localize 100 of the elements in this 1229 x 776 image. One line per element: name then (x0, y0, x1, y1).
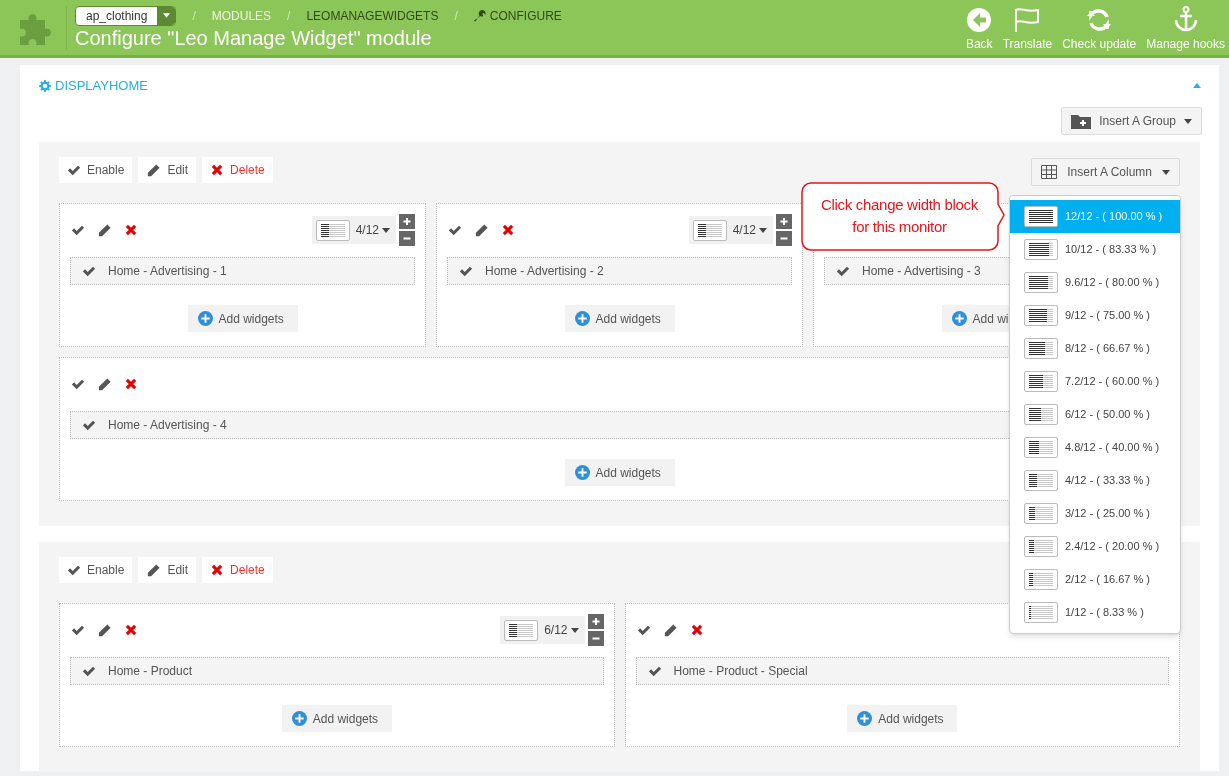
caret-icon (570, 627, 579, 633)
width-icon (1024, 206, 1058, 227)
width-icon (1024, 272, 1058, 293)
width-option[interactable]: 6/12 - ( 50.00 % ) (1010, 398, 1180, 431)
width-option[interactable]: 4/12 - ( 33.33 % ) (1010, 464, 1180, 497)
increase-button[interactable] (587, 614, 604, 629)
pencil-icon[interactable] (474, 222, 489, 238)
plus-icon (951, 311, 967, 326)
width-option[interactable]: 10/12 - ( 83.33 % ) (1010, 233, 1180, 266)
insert-column-button[interactable]: Insert A Column (1031, 158, 1180, 186)
width-option[interactable]: 4.8/12 - ( 40.00 % ) (1010, 431, 1180, 464)
group-action-button[interactable]: Edit (138, 557, 197, 583)
add-widgets-button[interactable]: Add widgets (847, 705, 958, 732)
width-icon (1024, 404, 1058, 425)
width-icon (1024, 569, 1058, 590)
widget-name: Home - Product (108, 663, 193, 680)
increase-button[interactable] (776, 214, 792, 229)
width-option[interactable]: 9.6/12 - ( 80.00 % ) (1010, 266, 1180, 299)
width-selector[interactable]: 4/12 (311, 216, 396, 244)
check-icon[interactable] (82, 418, 96, 432)
callout-text: Click change width block for this monitor (820, 195, 978, 237)
flag-icon (1013, 7, 1042, 32)
width-icon (1024, 503, 1058, 524)
increase-button[interactable] (399, 214, 415, 229)
width-selector[interactable]: 4/12 (688, 216, 773, 244)
check-icon[interactable] (448, 223, 462, 237)
plus-icon (857, 711, 873, 726)
width-icon (1024, 239, 1058, 260)
check-icon[interactable] (82, 264, 96, 278)
pencil-icon[interactable] (97, 376, 112, 392)
delete-icon[interactable] (501, 223, 515, 237)
delete-icon[interactable] (124, 377, 138, 391)
page-title: Configure "Leo Manage Widget" module (75, 25, 433, 50)
delete-icon[interactable] (689, 623, 704, 637)
pencil-icon[interactable] (97, 622, 112, 638)
caret-icon (162, 13, 170, 18)
width-option[interactable]: 7.2/12 - ( 60.00 % ) (1010, 365, 1180, 398)
caret-icon (1162, 169, 1170, 175)
widget-name: Home - Advertising - 1 (108, 263, 227, 280)
check-icon[interactable] (71, 377, 85, 391)
wrench-icon (473, 9, 486, 22)
width-option[interactable]: 1/12 - ( 8.33 % ) (1010, 596, 1180, 629)
check-icon (67, 163, 81, 177)
group-action-button[interactable]: Enable (59, 157, 133, 183)
widget-name: Home - Product - Special (673, 663, 808, 680)
check-icon[interactable] (836, 264, 850, 278)
check-icon (67, 563, 81, 577)
group-action-button[interactable]: Delete (202, 557, 273, 583)
widget-name: Home - Advertising - 2 (485, 263, 604, 280)
caret-icon (382, 227, 390, 233)
table-icon (1041, 165, 1058, 179)
width-option[interactable]: 2/12 - ( 16.67 % ) (1010, 563, 1180, 596)
width-icon (1024, 437, 1058, 458)
column-width-icon (692, 219, 727, 241)
breadcrumb-link[interactable]: CONFIGURE (473, 6, 562, 25)
pencil-icon[interactable] (662, 622, 678, 638)
back-icon (967, 7, 992, 32)
delete-icon[interactable] (124, 223, 138, 237)
caret-icon (1184, 118, 1192, 124)
group-action-button[interactable]: Edit (138, 157, 197, 183)
delete-icon[interactable] (124, 623, 138, 637)
insert-group-button[interactable]: Insert A Group (1061, 107, 1202, 135)
shop-select[interactable]: ap_clothing (75, 5, 177, 26)
decrease-button[interactable] (399, 231, 415, 246)
add-widgets-button[interactable]: Add widgets (281, 705, 392, 732)
check-icon[interactable] (82, 664, 96, 678)
plus-icon (291, 711, 307, 726)
width-icon (1024, 305, 1058, 326)
width-icon (1024, 338, 1058, 359)
check-icon[interactable] (71, 623, 85, 637)
width-option[interactable]: 2.4/12 - ( 20.00 % ) (1010, 530, 1180, 563)
caret-icon (759, 227, 767, 233)
group-action-button[interactable]: Delete (202, 157, 273, 183)
delete-icon (210, 563, 225, 577)
pencil-icon (146, 562, 162, 578)
width-option[interactable]: 8/12 - ( 66.67 % ) (1010, 332, 1180, 365)
check-icon[interactable] (636, 623, 651, 637)
plus-icon (574, 465, 590, 480)
add-widgets-button[interactable]: Add widgets (564, 305, 675, 332)
width-icon (1024, 536, 1058, 557)
width-icon (1024, 602, 1058, 623)
add-widgets-button[interactable]: Add widgets (187, 305, 298, 332)
folder-icon (1071, 113, 1092, 129)
breadcrumb-link[interactable]: LEOMANAGEWIDGETS (306, 6, 439, 25)
check-icon[interactable] (71, 223, 85, 237)
group-action-button[interactable]: Enable (59, 557, 133, 583)
decrease-button[interactable] (587, 631, 604, 646)
width-icon (1024, 470, 1058, 491)
check-icon[interactable] (459, 264, 473, 278)
decrease-button[interactable] (776, 231, 792, 246)
width-option[interactable]: 3/12 - ( 25.00 % ) (1010, 497, 1180, 530)
column-width-icon (504, 619, 539, 641)
pencil-icon[interactable] (97, 222, 112, 238)
breadcrumb-separator: / (191, 7, 197, 25)
delete-icon (210, 163, 225, 177)
breadcrumb-separator: / (453, 7, 459, 25)
check-icon[interactable] (647, 664, 662, 678)
refresh-icon (1087, 7, 1112, 32)
add-widgets-button[interactable]: Add widgets (564, 459, 675, 486)
width-selector[interactable]: 6/12 (500, 616, 585, 644)
